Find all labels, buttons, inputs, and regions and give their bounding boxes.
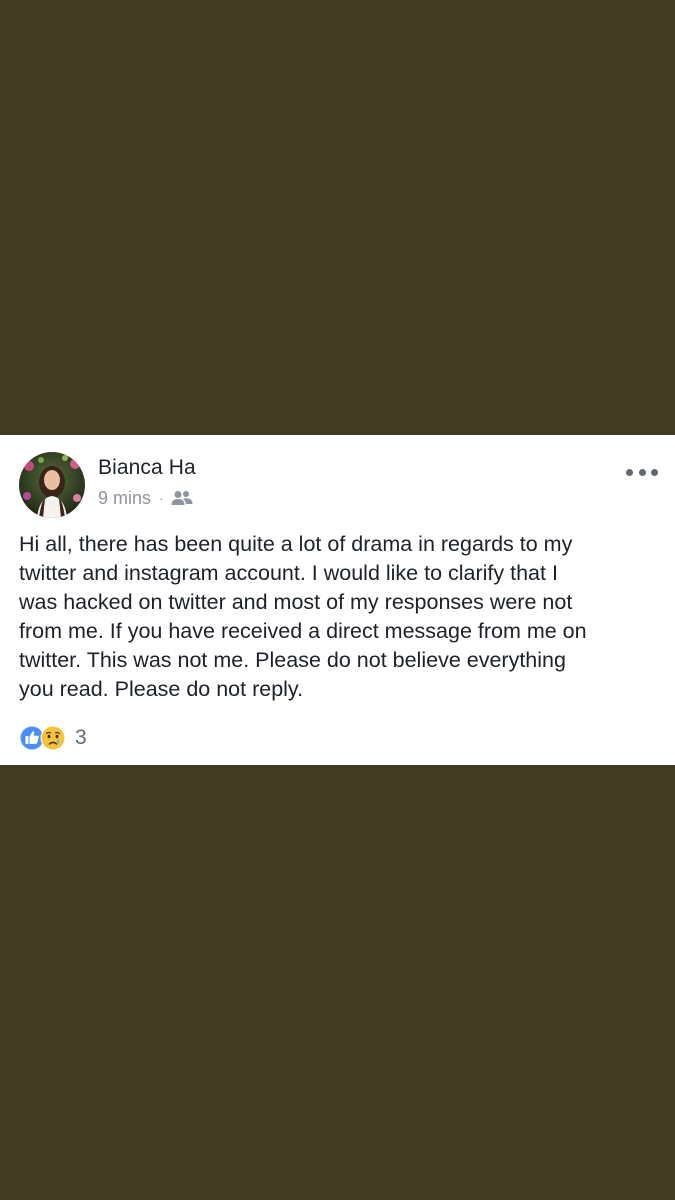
post-timestamp[interactable]: 9 mins — [98, 488, 151, 509]
meta-separator: · — [159, 490, 164, 506]
sad-icon — [40, 725, 66, 751]
more-dot — [626, 468, 633, 476]
author-name[interactable]: Bianca Ha — [98, 456, 196, 480]
more-options-button[interactable] — [626, 465, 658, 479]
post-card: Bianca Ha 9 mins · Hi all, there has bee… — [0, 435, 675, 765]
more-dot — [651, 468, 658, 476]
post-meta: 9 mins · — [98, 487, 193, 509]
more-dot — [638, 468, 646, 476]
reactions-bar[interactable]: 3 — [19, 724, 87, 752]
avatar[interactable] — [19, 452, 85, 518]
reaction-count[interactable]: 3 — [75, 726, 87, 750]
friends-icon[interactable] — [171, 490, 193, 506]
post-text: Hi all, there has been quite a lot of dr… — [19, 532, 587, 701]
